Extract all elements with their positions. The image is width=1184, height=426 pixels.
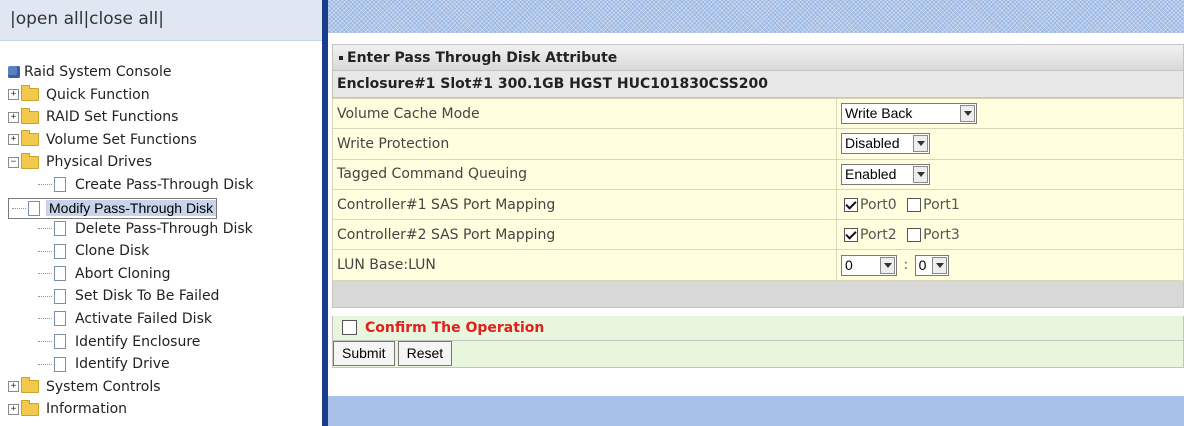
table-row: Volume Cache Mode Write Back: [332, 97, 1184, 130]
button-row: Submit Reset: [332, 340, 1184, 368]
close-all-link[interactable]: close all: [89, 9, 158, 29]
table-row: Write Protection Disabled: [332, 128, 1184, 160]
confirm-checkbox[interactable]: [342, 320, 357, 336]
folder-open-icon: [21, 152, 39, 169]
spacer-bar: [332, 280, 1184, 308]
tree-item-identify-drive[interactable]: Identify Drive: [8, 354, 256, 377]
port3-label: Port3: [923, 226, 960, 243]
tree-item-activate-failed-disk[interactable]: Activate Failed Disk: [8, 309, 256, 332]
page-icon: [54, 177, 66, 193]
attribute-table: Volume Cache Mode Write Back Write Prote…: [332, 97, 1184, 281]
expand-icon[interactable]: +: [8, 111, 19, 123]
bullet-icon: [339, 56, 343, 60]
port2-checkbox[interactable]: [844, 227, 858, 242]
chevron-down-icon: [880, 256, 895, 274]
lun-separator: :: [903, 257, 909, 274]
submit-button[interactable]: Submit: [333, 340, 395, 366]
confirm-row: Confirm The Operation: [332, 315, 1184, 341]
cache-mode-label: Volume Cache Mode: [332, 97, 837, 130]
table-row: LUN Base:LUN 0 : 0: [332, 249, 1184, 281]
section-title: Enter Pass Through Disk Attribute: [332, 44, 1184, 71]
lun-base-select[interactable]: 0: [841, 254, 897, 276]
tree-item-set-disk-failed[interactable]: Set Disk To Be Failed: [8, 286, 256, 309]
tree-item-abort-cloning[interactable]: Abort Cloning: [8, 264, 256, 287]
tree-toolbar: |open all|close all|: [0, 0, 322, 41]
port2-label: Port2: [860, 226, 897, 243]
tree-item-quick-function[interactable]: + Quick Function: [8, 85, 256, 108]
reset-button[interactable]: Reset: [397, 340, 453, 366]
tree-item-raid-set-functions[interactable]: + RAID Set Functions: [8, 107, 256, 130]
page-icon: [54, 311, 66, 327]
pass-through-form: Enter Pass Through Disk Attribute Enclos…: [332, 44, 1184, 368]
tree-item-modify-pass-through-disk[interactable]: Modify Pass-Through Disk: [8, 197, 218, 219]
lun-label: LUN Base:LUN: [332, 249, 837, 281]
folder-icon: [21, 130, 39, 147]
tree-item-create-pass-through-disk[interactable]: Create Pass-Through Disk: [8, 175, 256, 198]
page-icon: [54, 243, 66, 259]
table-row: Tagged Command Queuing Enabled: [332, 158, 1184, 190]
table-row: Controller#2 SAS Port Mapping Port2 Port…: [332, 219, 1184, 251]
port1-checkbox[interactable]: [907, 197, 922, 212]
disk-info: Enclosure#1 Slot#1 300.1GB HGST HUC10183…: [332, 71, 1184, 98]
page-icon: [54, 288, 66, 304]
page-icon: [28, 201, 40, 217]
tree-item-physical-drives[interactable]: − Physical Drives: [8, 152, 256, 175]
tcq-label: Tagged Command Queuing: [332, 158, 837, 190]
tree-item-identify-enclosure[interactable]: Identify Enclosure: [8, 332, 256, 355]
tree-item-delete-pass-through-disk[interactable]: Delete Pass-Through Disk: [8, 219, 256, 242]
write-protection-select[interactable]: Disabled: [841, 133, 930, 155]
expand-icon[interactable]: +: [8, 134, 19, 146]
folder-icon: [21, 399, 39, 416]
chevron-down-icon: [913, 165, 928, 183]
open-all-link[interactable]: open all: [16, 9, 84, 29]
page-icon: [54, 266, 66, 282]
page-icon: [54, 356, 66, 372]
folder-icon: [21, 377, 39, 394]
page-icon: [54, 334, 66, 350]
lun-select[interactable]: 0: [914, 254, 949, 276]
port1-label: Port1: [923, 196, 960, 213]
confirm-label: Confirm The Operation: [365, 319, 545, 336]
port0-checkbox[interactable]: [844, 197, 858, 212]
controller2-mapping-label: Controller#2 SAS Port Mapping: [332, 219, 837, 251]
chevron-down-icon: [913, 135, 928, 153]
tree-root-label: Raid System Console: [24, 64, 172, 80]
controller1-mapping-label: Controller#1 SAS Port Mapping: [332, 188, 837, 221]
tree-root[interactable]: Raid System Console: [8, 62, 256, 85]
port0-label: Port0: [860, 196, 897, 213]
expand-icon[interactable]: +: [8, 403, 19, 415]
table-row: Controller#1 SAS Port Mapping Port0 Port…: [332, 188, 1184, 221]
expand-icon[interactable]: +: [8, 381, 19, 393]
tcq-select[interactable]: Enabled: [841, 163, 930, 185]
navigation-panel: |open all|close all| Raid System Console…: [0, 0, 322, 426]
tree-item-clone-disk[interactable]: Clone Disk: [8, 241, 256, 264]
chevron-down-icon: [931, 256, 947, 274]
navigation-tree: Raid System Console + Quick Function + RAI…: [8, 62, 256, 422]
folder-icon: [21, 107, 39, 124]
chevron-down-icon: [960, 105, 975, 123]
collapse-icon[interactable]: −: [8, 156, 19, 168]
cache-mode-select[interactable]: Write Back: [841, 103, 977, 125]
folder-icon: [21, 85, 39, 102]
tree-item-system-controls[interactable]: + System Controls: [8, 377, 256, 400]
content-footer-bar: [328, 396, 1184, 426]
content-header-bar: [328, 0, 1184, 33]
tree-item-volume-set-functions[interactable]: + Volume Set Functions: [8, 130, 256, 153]
tree-item-information[interactable]: + Information: [8, 399, 256, 422]
write-protection-label: Write Protection: [332, 128, 837, 160]
raid-console-icon: [8, 66, 20, 78]
content-panel: Enter Pass Through Disk Attribute Enclos…: [328, 0, 1184, 426]
page-icon: [54, 221, 66, 237]
expand-icon[interactable]: +: [8, 89, 19, 101]
port3-checkbox[interactable]: [907, 227, 922, 242]
